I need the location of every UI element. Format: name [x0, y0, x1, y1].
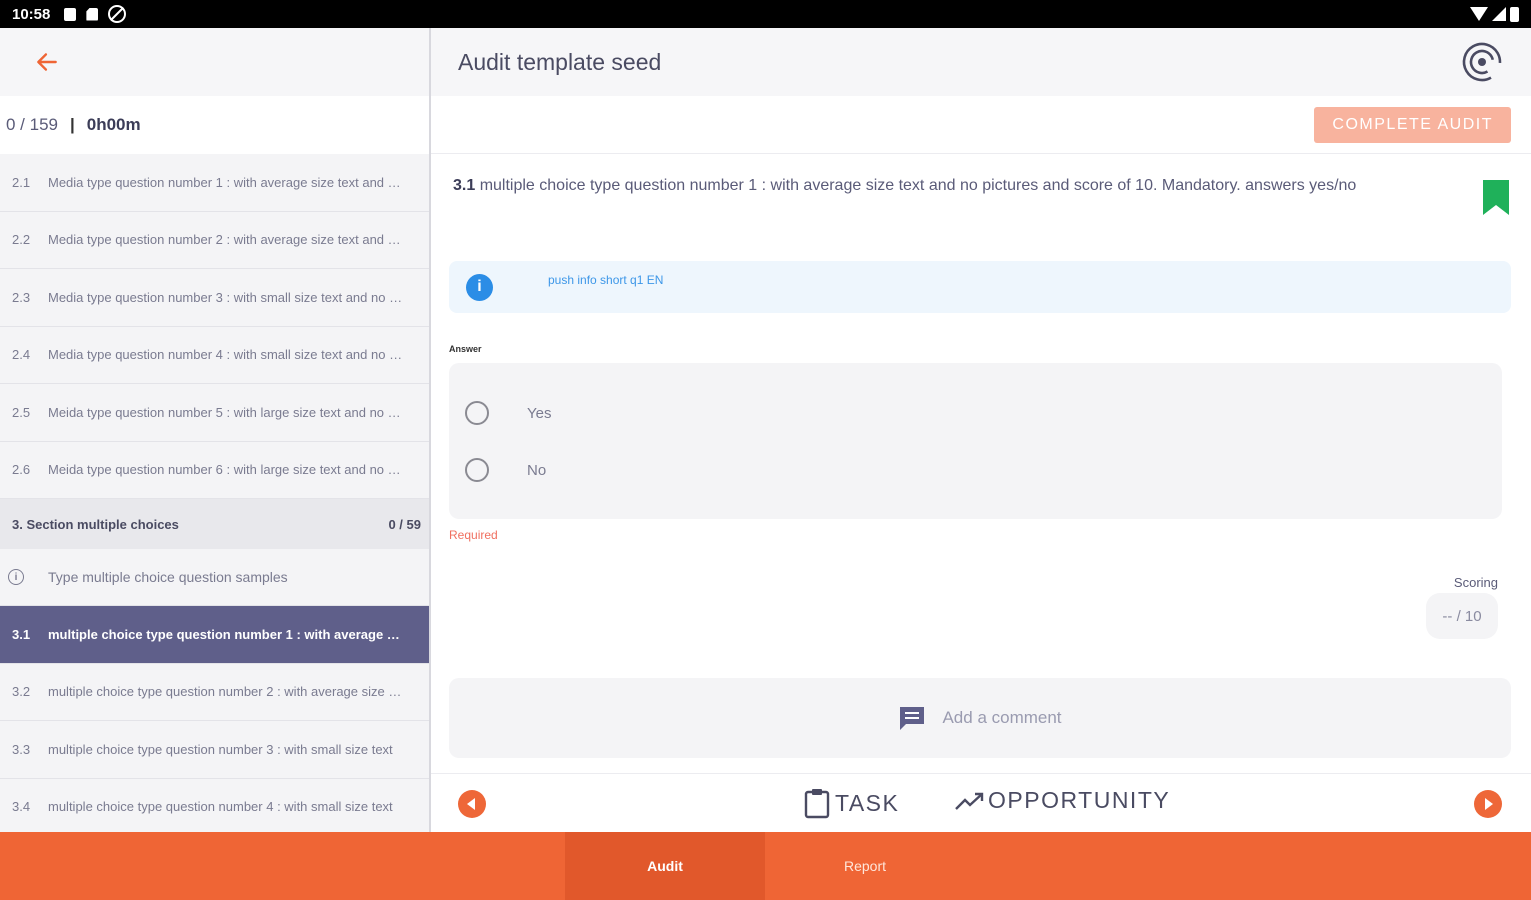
- radio-button[interactable]: [465, 401, 489, 425]
- sidebar-question-item[interactable]: 2.2 Media type question number 2 : with …: [0, 211, 429, 269]
- question-text: multiple choice type question number 1 :…: [48, 626, 403, 642]
- info-text: push info short q1 EN: [548, 273, 664, 287]
- back-arrow-icon[interactable]: [34, 49, 60, 75]
- question-number: 3.1: [453, 177, 476, 194]
- progress-count: 0 / 159: [6, 115, 58, 134]
- battery-icon: [1510, 6, 1519, 22]
- info-box: i push info short q1 EN: [449, 261, 1511, 313]
- section-info-item[interactable]: i Type multiple choice question samples: [0, 549, 429, 606]
- notification-icon: [64, 7, 77, 21]
- tab-audit-label: Audit: [647, 858, 683, 874]
- radar-icon[interactable]: [1461, 41, 1503, 83]
- answer-options: Yes No: [449, 363, 1502, 519]
- question-number: 2.6: [12, 462, 31, 478]
- audit-timer: 0h00m: [86, 115, 141, 134]
- info-icon: i: [466, 273, 493, 301]
- question-sidebar: 0 / 159 | 0h00m 2.1 Media type question …: [0, 28, 429, 832]
- question-text: Media type question number 4 : with smal…: [48, 347, 403, 363]
- sidebar-question-item[interactable]: 2.1 Media type question number 1 : with …: [0, 154, 429, 212]
- scoring-value: -- / 10: [1426, 593, 1498, 639]
- sidebar-question-item[interactable]: 2.4 Media type question number 4 : with …: [0, 326, 429, 384]
- question-number: 2.4: [12, 347, 31, 363]
- sd-card-icon: [86, 7, 99, 21]
- sidebar-question-item[interactable]: 3.4 multiple choice type question number…: [0, 778, 429, 832]
- scoring-label: Scoring: [1453, 575, 1498, 590]
- section-header[interactable]: 3. Section multiple choices 0 / 59: [0, 499, 429, 549]
- status-right-icons: [1470, 6, 1519, 22]
- section-title: 3. Section multiple choices: [12, 516, 179, 532]
- progress-separator: |: [70, 115, 75, 134]
- question-text: multiple choice type question number 4 :…: [48, 799, 393, 815]
- sidebar-header: [0, 28, 429, 96]
- question-number: 3.1: [12, 626, 31, 642]
- sidebar-question-item[interactable]: 2.5 Meida type question number 5 : with …: [0, 384, 429, 442]
- info-circle-icon: i: [8, 569, 24, 585]
- status-time: 10:58: [12, 5, 51, 23]
- question-text: Meida type question number 6 : with larg…: [48, 462, 403, 478]
- question-number: 3.4: [12, 799, 31, 815]
- scoring-text: -- / 10: [1442, 607, 1482, 625]
- sidebar-question-item[interactable]: 3.3 multiple choice type question number…: [0, 721, 429, 779]
- complete-audit-button[interactable]: COMPLETE AUDIT: [1314, 106, 1511, 143]
- radio-button[interactable]: [465, 458, 489, 482]
- question-number: 2.1: [12, 174, 31, 190]
- blocked-icon: [108, 5, 127, 23]
- question-number: 2.3: [12, 289, 31, 305]
- signal-icon: [1492, 7, 1506, 21]
- question-text: Media type question number 2 : with aver…: [48, 232, 403, 248]
- question-number: 3.2: [12, 684, 31, 700]
- option-label: No: [527, 461, 547, 479]
- section-info-text: Type multiple choice question samples: [48, 569, 288, 585]
- status-icons: [64, 5, 127, 23]
- question-number: 2.5: [12, 404, 31, 420]
- answer-option-no[interactable]: No: [465, 458, 546, 482]
- opportunity-button[interactable]: OPPORTUNITY: [954, 787, 1170, 814]
- comment-icon: [900, 707, 925, 730]
- task-button[interactable]: TASK: [803, 787, 899, 819]
- chevron-right-icon: [1485, 798, 1493, 810]
- question-text: Media type question number 1 : with aver…: [48, 174, 403, 190]
- question-text-block: 3.1 multiple choice type question number…: [453, 174, 1403, 197]
- section-count: 0 / 59: [388, 516, 421, 532]
- question-number: 3.3: [12, 741, 31, 757]
- question-number: 2.2: [12, 232, 31, 248]
- question-text: Meida type question number 5 : with larg…: [48, 404, 403, 420]
- task-label: TASK: [835, 789, 900, 816]
- opportunity-label: OPPORTUNITY: [988, 787, 1171, 813]
- sidebar-question-item[interactable]: 2.6 Meida type question number 6 : with …: [0, 441, 429, 499]
- question-text: multiple choice type question number 2 :…: [48, 684, 403, 700]
- wifi-icon: [1470, 7, 1488, 21]
- clipboard-icon: [804, 789, 830, 819]
- sidebar-question-item[interactable]: 2.3 Media type question number 3 : with …: [0, 269, 429, 327]
- question-body: multiple choice type question number 1 :…: [475, 177, 1357, 194]
- chevron-left-icon: [467, 798, 475, 810]
- tab-audit[interactable]: Audit: [565, 832, 765, 900]
- action-bar: TASK OPPORTUNITY: [431, 773, 1531, 832]
- question-text: Media type question number 3 : with smal…: [48, 289, 403, 305]
- required-label: Required: [449, 528, 498, 542]
- status-bar: 10:58: [0, 0, 1531, 28]
- progress-row: 0 / 159 | 0h00m: [0, 96, 429, 154]
- previous-question-button[interactable]: [458, 790, 486, 818]
- question-detail-panel: Audit template seed COMPLETE AUDIT 3.1 m…: [431, 28, 1531, 832]
- question-text: multiple choice type question number 3 :…: [48, 741, 393, 757]
- tab-report-label: Report: [843, 858, 887, 874]
- tab-report[interactable]: Report: [765, 832, 965, 900]
- app-root: 10:58 0 / 159 | 0h00m 2.1 Media type que…: [0, 0, 1531, 900]
- answer-option-yes[interactable]: Yes: [465, 401, 551, 425]
- answer-label: Answer: [449, 344, 482, 354]
- add-comment-button[interactable]: Add a comment: [449, 678, 1511, 758]
- trending-up-icon: [955, 792, 984, 810]
- sidebar-question-item-active[interactable]: 3.1 multiple choice type question number…: [0, 606, 429, 664]
- bottom-navigation: Audit Report: [0, 832, 1531, 900]
- page-title: Audit template seed: [458, 48, 662, 75]
- sidebar-question-item[interactable]: 3.2 multiple choice type question number…: [0, 663, 429, 721]
- detail-header: Audit template seed: [431, 28, 1531, 96]
- option-label: Yes: [527, 404, 552, 422]
- complete-row: COMPLETE AUDIT: [431, 96, 1531, 154]
- bookmark-icon[interactable]: [1483, 180, 1509, 215]
- comment-text: Add a comment: [942, 708, 1062, 727]
- next-question-button[interactable]: [1474, 790, 1502, 818]
